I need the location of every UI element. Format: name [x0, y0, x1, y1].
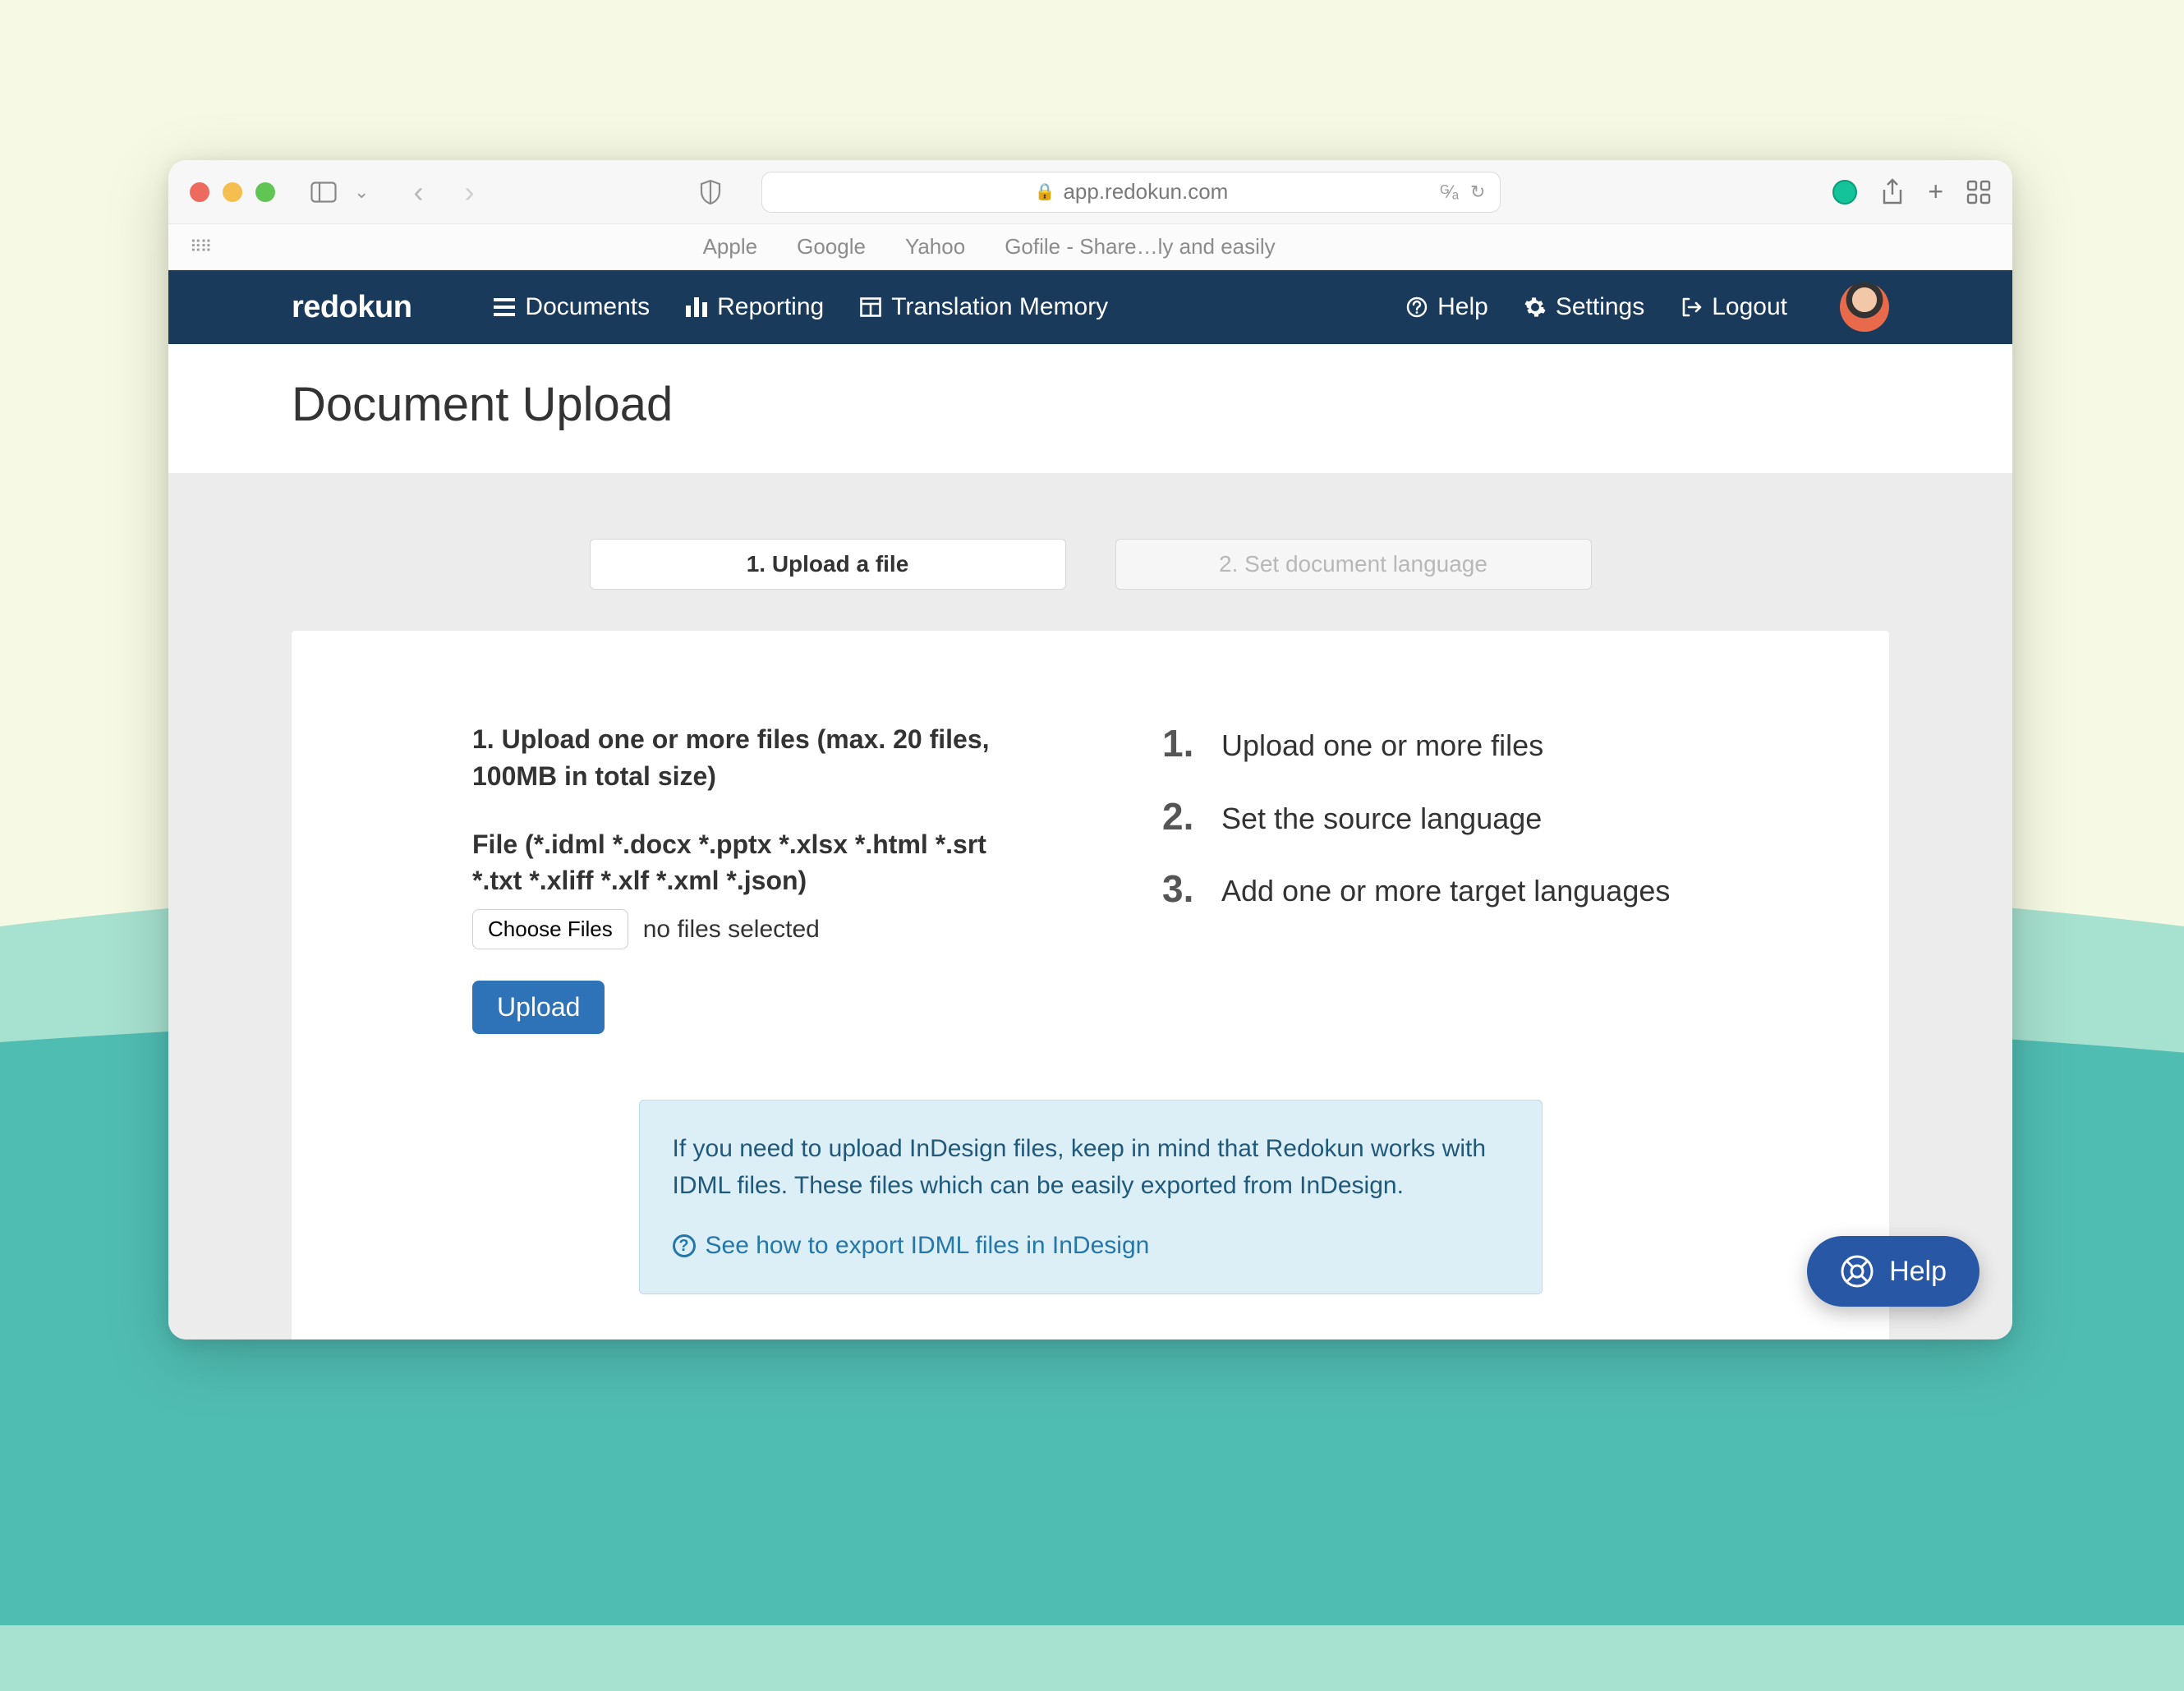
tab-overview-icon[interactable]	[1966, 180, 1991, 204]
table-icon	[860, 297, 883, 317]
share-icon[interactable]	[1880, 178, 1905, 206]
bookmark-link[interactable]: Apple	[703, 234, 758, 260]
info-link-text: See how to export IDML files in InDesign	[706, 1227, 1150, 1264]
url-text: app.redokun.com	[1063, 179, 1228, 204]
choose-files-button[interactable]: Choose Files	[472, 909, 628, 949]
upload-heading: 1. Upload one or more files (max. 20 fil…	[472, 721, 1031, 795]
new-tab-icon[interactable]: +	[1928, 177, 1943, 207]
question-circle-icon	[1406, 296, 1429, 318]
bar-chart-icon	[686, 297, 709, 317]
content-area: 1. Upload a file 2. Set document languag…	[168, 473, 2012, 1339]
info-callout: If you need to upload InDesign files, ke…	[639, 1100, 1543, 1294]
info-link[interactable]: ? See how to export IDML files in InDesi…	[673, 1227, 1509, 1264]
nav-label: Help	[1437, 293, 1488, 321]
info-text: If you need to upload InDesign files, ke…	[673, 1130, 1509, 1204]
step-tab-upload[interactable]: 1. Upload a file	[590, 539, 1066, 590]
nav-settings[interactable]: Settings	[1524, 293, 1644, 321]
upload-button[interactable]: Upload	[472, 981, 605, 1034]
window-minimize-button[interactable]	[223, 182, 242, 202]
nav-label: Translation Memory	[891, 293, 1108, 321]
step-number: 3.	[1162, 866, 1202, 911]
help-fab[interactable]: Help	[1807, 1236, 1979, 1307]
chevron-down-icon[interactable]: ⌄	[354, 182, 369, 203]
page-header: Document Upload	[168, 344, 2012, 473]
grammarly-extension-icon[interactable]	[1832, 180, 1857, 204]
page-title: Document Upload	[292, 377, 1889, 432]
traffic-lights	[190, 182, 275, 202]
translate-icon[interactable]: ᴳ⁄ₐ	[1440, 182, 1459, 203]
nav-label: Reporting	[717, 293, 824, 321]
apps-grid-icon[interactable]: ⠿⠿	[190, 237, 210, 257]
gear-icon	[1524, 296, 1547, 318]
url-bar[interactable]: 🔒 app.redokun.com ᴳ⁄ₐ ↻	[761, 172, 1501, 213]
question-circle-icon: ?	[673, 1234, 696, 1257]
lifebuoy-icon	[1840, 1254, 1874, 1289]
user-avatar[interactable]	[1840, 283, 1889, 332]
browser-title-bar: ⌄ ‹ › 🔒 app.redokun.com ᴳ⁄ₐ ↻ +	[168, 160, 2012, 224]
nav-label: Logout	[1712, 293, 1787, 321]
list-item: 3. Add one or more target languages	[1162, 866, 1708, 912]
browser-window: ⌄ ‹ › 🔒 app.redokun.com ᴳ⁄ₐ ↻ + ⠿⠿	[168, 160, 2012, 1339]
list-item: 2. Set the source language	[1162, 794, 1708, 839]
step-text: Add one or more target languages	[1221, 866, 1670, 912]
nav-label: Settings	[1556, 293, 1644, 321]
reload-icon[interactable]: ↻	[1470, 182, 1485, 203]
brand-logo[interactable]: redokun	[292, 290, 412, 325]
help-fab-label: Help	[1889, 1256, 1947, 1288]
step-text: Set the source language	[1221, 794, 1542, 839]
sidebar-toggle-button[interactable]	[308, 177, 339, 208]
nav-translation-memory[interactable]: Translation Memory	[860, 293, 1108, 321]
window-zoom-button[interactable]	[255, 182, 275, 202]
list-item: 1. Upload one or more files	[1162, 721, 1708, 766]
step-tab-language: 2. Set document language	[1115, 539, 1592, 590]
file-status-text: no files selected	[643, 916, 820, 944]
window-close-button[interactable]	[190, 182, 209, 202]
step-text: Upload one or more files	[1221, 721, 1543, 766]
upload-panel: 1. Upload one or more files (max. 20 fil…	[292, 631, 1889, 1339]
list-icon	[494, 298, 517, 316]
file-types-label: File (*.idml *.docx *.pptx *.xlsx *.html…	[472, 826, 1031, 900]
privacy-shield-icon[interactable]	[699, 179, 722, 205]
nav-label: Documents	[525, 293, 650, 321]
step-number: 2.	[1162, 794, 1202, 839]
nav-documents[interactable]: Documents	[494, 293, 650, 321]
bookmark-link[interactable]: Google	[797, 234, 866, 260]
nav-logout[interactable]: Logout	[1681, 293, 1787, 321]
step-number: 1.	[1162, 721, 1202, 765]
back-button[interactable]: ‹	[408, 175, 428, 209]
app-navigation: redokun Documents Reporting Translation …	[168, 270, 2012, 344]
nav-reporting[interactable]: Reporting	[686, 293, 824, 321]
bookmark-link[interactable]: Yahoo	[905, 234, 965, 260]
forward-button[interactable]: ›	[459, 175, 479, 209]
nav-help[interactable]: Help	[1406, 293, 1488, 321]
steps-list: 1. Upload one or more files 2. Set the s…	[1162, 721, 1708, 912]
bookmark-link[interactable]: Gofile - Share…ly and easily	[1005, 234, 1275, 260]
logout-icon	[1681, 296, 1704, 318]
lock-icon: 🔒	[1035, 182, 1055, 202]
bookmarks-bar: ⠿⠿ Apple Google Yahoo Gofile - Share…ly …	[168, 224, 2012, 270]
